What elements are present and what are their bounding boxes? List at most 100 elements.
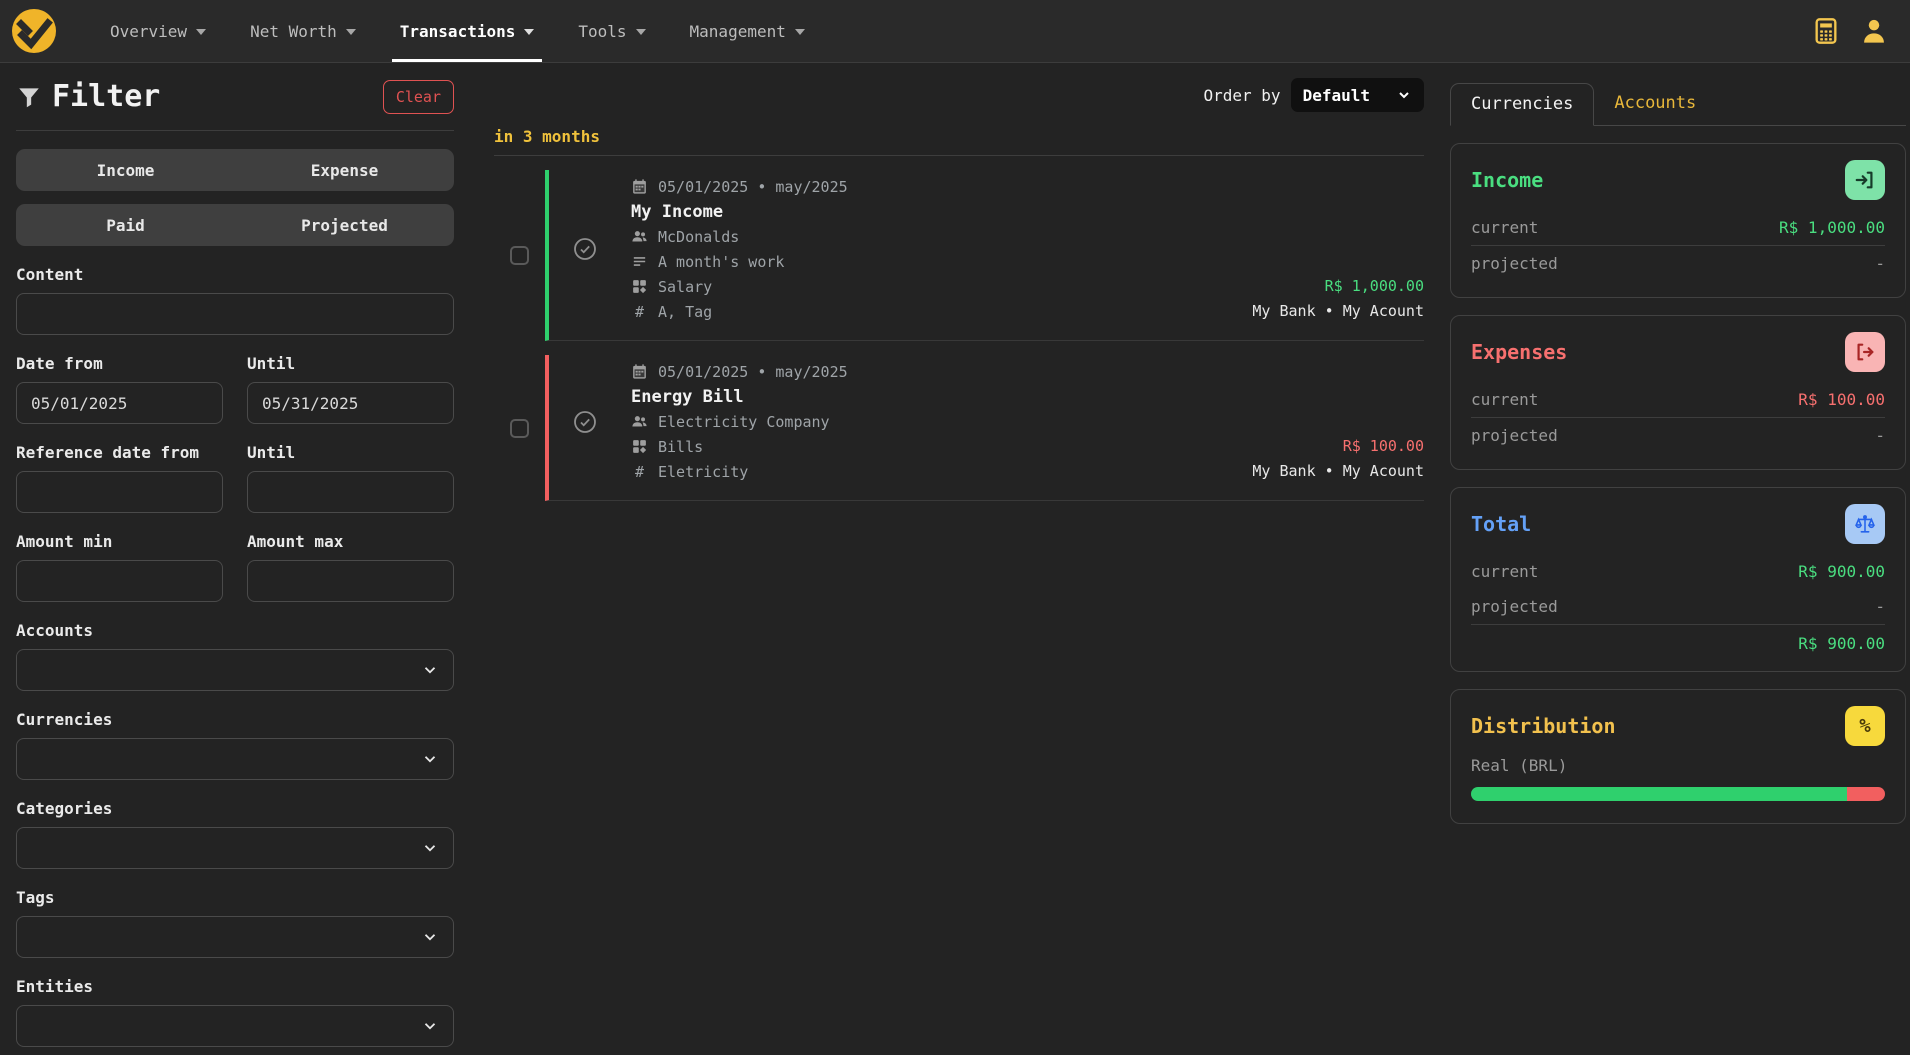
users-icon xyxy=(631,413,648,430)
transaction-row: 05/01/2025 • may/2025 Energy Bill Electr… xyxy=(494,355,1424,501)
income-card: Income current R$ 1,000.00 projected - xyxy=(1450,143,1906,298)
nav-item-label: Tools xyxy=(578,22,626,41)
expenses-card: Expenses current R$ 100.00 projected - xyxy=(1450,315,1906,470)
row-value: - xyxy=(1875,597,1885,616)
transaction-card-income[interactable]: 05/01/2025 • may/2025 My Income McDonald… xyxy=(545,170,1424,341)
row-label: projected xyxy=(1471,254,1558,273)
status-toggle: Paid Projected xyxy=(16,204,454,246)
row-value: R$ 900.00 xyxy=(1798,562,1885,581)
transaction-date-row: 05/01/2025 • may/2025 xyxy=(631,174,848,199)
categories-select[interactable] xyxy=(16,827,454,869)
distribution-bar xyxy=(1471,787,1885,801)
app-logo-icon[interactable] xyxy=(10,7,58,55)
transaction-title: My Income xyxy=(631,199,848,224)
date-from-label: Date from xyxy=(16,354,223,373)
total-sum-row: R$ 900.00 xyxy=(1471,625,1885,655)
row-label: current xyxy=(1471,218,1538,237)
calculator-icon[interactable] xyxy=(1812,17,1840,45)
income-current-row: current R$ 1,000.00 xyxy=(1471,210,1885,245)
category-icon xyxy=(631,438,648,455)
transaction-account: My Bank • My Acount xyxy=(1252,299,1424,324)
entities-select[interactable] xyxy=(16,1005,454,1047)
chevron-down-icon xyxy=(795,29,805,35)
total-sum-value: R$ 900.00 xyxy=(1798,634,1885,653)
transaction-card-expense[interactable]: 05/01/2025 • may/2025 Energy Bill Electr… xyxy=(545,355,1424,501)
balance-scale-icon xyxy=(1845,504,1885,544)
tab-currencies[interactable]: Currencies xyxy=(1450,83,1594,126)
accounts-select[interactable] xyxy=(16,649,454,691)
ref-date-until-input[interactable] xyxy=(247,471,454,513)
check-circle-icon xyxy=(573,410,597,434)
chevron-down-icon xyxy=(524,29,534,35)
description-lines-icon xyxy=(631,253,648,270)
order-by-select[interactable]: Default xyxy=(1291,78,1424,112)
user-profile-icon[interactable] xyxy=(1860,17,1888,45)
chevron-down-icon xyxy=(421,1017,439,1035)
transaction-category-row: Salary xyxy=(631,274,848,299)
expenses-projected-row: projected - xyxy=(1471,418,1885,453)
nav-item-transactions[interactable]: Transactions xyxy=(378,0,557,62)
summary-panel: Currencies Accounts Income current R$ 1,… xyxy=(1440,63,1910,1055)
transaction-date: 05/01/2025 • may/2025 xyxy=(658,178,848,196)
chevron-down-icon xyxy=(196,29,206,35)
distribution-card: Distribution % Real (BRL) xyxy=(1450,689,1906,824)
amount-max-input[interactable] xyxy=(247,560,454,602)
distribution-currency-label: Real (BRL) xyxy=(1471,756,1885,775)
transaction-description: A month's work xyxy=(658,253,784,271)
type-toggle: Income Expense xyxy=(16,149,454,191)
income-toggle-button[interactable]: Income xyxy=(16,149,235,191)
nav-item-overview[interactable]: Overview xyxy=(88,0,228,62)
transaction-tags: A, Tag xyxy=(658,303,712,321)
calendar-icon xyxy=(631,363,648,380)
summary-tabs: Currencies Accounts xyxy=(1450,83,1906,126)
currencies-label: Currencies xyxy=(16,710,454,729)
nav-item-label: Overview xyxy=(110,22,187,41)
nav-item-net-worth[interactable]: Net Worth xyxy=(228,0,378,62)
date-until-label: Until xyxy=(247,354,454,373)
transaction-amount: R$ 1,000.00 xyxy=(1252,274,1424,299)
transaction-checkbox[interactable] xyxy=(510,246,529,265)
tab-accounts[interactable]: Accounts xyxy=(1594,83,1716,125)
main-content: Filter Clear Income Expense Paid Project… xyxy=(0,63,1910,1055)
ref-date-from-input[interactable] xyxy=(16,471,223,513)
clear-filter-button[interactable]: Clear xyxy=(383,80,454,114)
transaction-amount: R$ 100.00 xyxy=(1252,434,1424,459)
transaction-entity-row: Electricity Company xyxy=(631,409,848,434)
filter-funnel-icon xyxy=(16,84,42,110)
nav-menu: Overview Net Worth Transactions Tools Ma… xyxy=(88,0,827,62)
paid-toggle-button[interactable]: Paid xyxy=(16,204,235,246)
users-icon xyxy=(631,228,648,245)
content-input[interactable] xyxy=(16,293,454,335)
tags-select[interactable] xyxy=(16,916,454,958)
transaction-category: Salary xyxy=(658,278,712,296)
filter-title: Filter xyxy=(16,79,160,114)
check-circle-icon xyxy=(573,237,597,261)
row-label: projected xyxy=(1471,426,1558,445)
expenses-card-title: Expenses xyxy=(1471,340,1567,364)
filter-panel: Filter Clear Income Expense Paid Project… xyxy=(0,63,470,1055)
category-icon xyxy=(631,278,648,295)
nav-item-label: Net Worth xyxy=(250,22,337,41)
transaction-tags-row: # A, Tag xyxy=(631,299,848,324)
transaction-account: My Bank • My Acount xyxy=(1252,459,1424,484)
nav-item-tools[interactable]: Tools xyxy=(556,0,667,62)
date-from-input[interactable] xyxy=(16,382,223,424)
expense-toggle-button[interactable]: Expense xyxy=(235,149,454,191)
transaction-checkbox[interactable] xyxy=(510,419,529,438)
row-label: current xyxy=(1471,562,1538,581)
hash-icon: # xyxy=(631,463,648,481)
amount-min-input[interactable] xyxy=(16,560,223,602)
total-card: Total current R$ 900.00 projected - xyxy=(1450,487,1906,672)
currencies-select[interactable] xyxy=(16,738,454,780)
row-value: R$ 1,000.00 xyxy=(1779,218,1885,237)
nav-item-label: Management xyxy=(690,22,786,41)
transaction-tags-row: # Eletricity xyxy=(631,459,848,484)
order-by-label: Order by xyxy=(1204,86,1281,105)
row-label: current xyxy=(1471,390,1538,409)
transaction-category: Bills xyxy=(658,438,703,456)
calendar-icon xyxy=(631,178,648,195)
projected-toggle-button[interactable]: Projected xyxy=(235,204,454,246)
date-until-input[interactable] xyxy=(247,382,454,424)
nav-item-management[interactable]: Management xyxy=(668,0,827,62)
transaction-title: Energy Bill xyxy=(631,384,848,409)
